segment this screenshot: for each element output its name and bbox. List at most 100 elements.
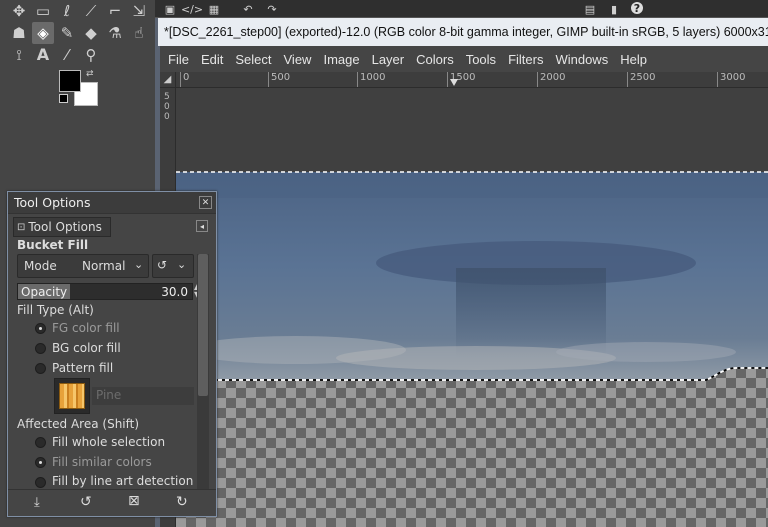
redo-icon[interactable]: ↷ bbox=[263, 1, 281, 17]
menu-edit[interactable]: Edit bbox=[195, 52, 229, 67]
fill-whole-selection-label: Fill whole selection bbox=[52, 435, 166, 449]
clone-tool-icon[interactable]: ⚗ bbox=[104, 22, 126, 44]
ruler-tick: 0 bbox=[180, 72, 189, 87]
menu-layer[interactable]: Layer bbox=[366, 52, 411, 67]
pine-pattern-swatch bbox=[59, 383, 85, 409]
affected-area-label: Affected Area (Shift) bbox=[17, 417, 140, 431]
menu-windows[interactable]: Windows bbox=[549, 52, 614, 67]
fill-type-label: Fill Type (Alt) bbox=[17, 303, 94, 317]
chevron-down-icon: ⌄ bbox=[134, 258, 144, 271]
smudge-tool-icon[interactable]: ☝ bbox=[128, 22, 150, 44]
image-icon[interactable]: ▣ bbox=[161, 1, 179, 17]
ruler-tick: 0 bbox=[164, 112, 170, 122]
tool-name: Bucket Fill bbox=[17, 238, 89, 252]
reset-options-icon[interactable]: ↻ bbox=[176, 494, 188, 510]
tab-label: Tool Options bbox=[28, 220, 102, 234]
mode-dropdown[interactable]: Mode Normal ⌄ bbox=[17, 254, 149, 278]
ruler-tick: 3000 bbox=[717, 72, 745, 87]
menu-tools[interactable]: Tools bbox=[460, 52, 502, 67]
menu-help[interactable]: Help bbox=[614, 52, 653, 67]
menu-colors[interactable]: Colors bbox=[410, 52, 460, 67]
rect-select-tool-icon[interactable]: ▭ bbox=[32, 0, 54, 22]
pattern-name-field: Pine bbox=[92, 387, 194, 405]
menu-view[interactable]: View bbox=[278, 52, 318, 67]
dialog-bottom-bar: ⤓ ↺ ⊠ ↻ bbox=[8, 489, 216, 516]
options-scrollbar[interactable] bbox=[197, 254, 209, 489]
bg-fill-radio[interactable] bbox=[35, 343, 46, 354]
quick-mask-corner-icon[interactable]: ◢ bbox=[160, 72, 176, 88]
opacity-slider[interactable]: Opacity 30.0 bbox=[17, 283, 193, 300]
delete-options-icon[interactable]: ⊠ bbox=[128, 493, 140, 509]
crop-tool-icon[interactable]: ⌐ bbox=[104, 0, 126, 22]
close-icon[interactable]: ✕ bbox=[199, 196, 212, 209]
tool-options-dialog: Tool Options ✕ ⊡ Tool Options ◂ Bucket F… bbox=[7, 191, 217, 517]
tab-menu-icon[interactable]: ◂ bbox=[196, 220, 208, 232]
color-picker-tool-icon[interactable]: ⁄ bbox=[56, 44, 78, 66]
opacity-label: Opacity bbox=[21, 285, 68, 299]
foreground-color-swatch[interactable] bbox=[59, 70, 81, 92]
warp-tool-icon[interactable]: ☗ bbox=[8, 22, 30, 44]
reset-icon: ↺ bbox=[157, 258, 168, 272]
dialog-title-bar[interactable]: Tool Options ✕ bbox=[8, 192, 216, 214]
paintbrush-tool-icon[interactable]: ✎ bbox=[56, 22, 78, 44]
window-title-bar: *[DSC_2261_step00] (exported)-12.0 (RGB … bbox=[158, 18, 768, 46]
horizontal-ruler[interactable]: 0 500 1000 1500 2000 2500 3000 bbox=[160, 72, 768, 88]
swap-colors-icon[interactable]: ⇄ bbox=[86, 69, 94, 79]
fill-line-art-radio[interactable] bbox=[35, 477, 46, 488]
dialog-title: Tool Options bbox=[14, 195, 91, 210]
pattern-name: Pine bbox=[96, 388, 122, 402]
ruler-tick: 5 bbox=[164, 92, 170, 102]
fill-line-art-label: Fill by line art detection bbox=[52, 474, 194, 488]
fuzzy-select-tool-icon[interactable]: ⟋ bbox=[80, 0, 102, 22]
fill-similar-colors-radio[interactable] bbox=[35, 457, 46, 468]
opacity-value: 30.0 bbox=[161, 285, 188, 299]
bucket-fill-tool-icon[interactable]: ◈ bbox=[32, 22, 54, 44]
lasso-tool-icon[interactable]: ℓ bbox=[56, 0, 78, 22]
ruler-tick: 2000 bbox=[537, 72, 565, 87]
mode-reset-dropdown[interactable]: ↺ ⌄ bbox=[152, 254, 194, 278]
paths-tool-icon[interactable]: ⟟ bbox=[8, 44, 30, 66]
menu-filters[interactable]: Filters bbox=[502, 52, 549, 67]
trash-icon[interactable]: ▮ bbox=[605, 1, 623, 17]
pointer-marker-icon bbox=[450, 79, 458, 86]
ruler-tick: 1000 bbox=[357, 72, 385, 87]
menu-bar: File Edit Select View Image Layer Colors… bbox=[160, 46, 768, 72]
zoom-tool-icon[interactable]: ⚲ bbox=[80, 44, 102, 66]
chevron-down-icon: ⌄ bbox=[177, 258, 187, 271]
image-canvas[interactable] bbox=[176, 88, 768, 527]
fg-fill-radio[interactable] bbox=[35, 323, 46, 334]
help-icon[interactable]: ? bbox=[631, 2, 643, 15]
pattern-preview-button[interactable] bbox=[54, 378, 90, 414]
window-icon-strip: ▣ </> ▦ ↶ ↷ ▤ ▮ ? bbox=[155, 0, 768, 18]
pattern-fill-label: Pattern fill bbox=[52, 361, 114, 375]
tool-options-tab-icon: ⊡ bbox=[17, 221, 26, 233]
ruler-tick: 500 bbox=[268, 72, 290, 87]
menu-image[interactable]: Image bbox=[317, 52, 365, 67]
fill-whole-selection-radio[interactable] bbox=[35, 437, 46, 448]
code-icon[interactable]: </> bbox=[181, 1, 203, 17]
fg-fill-label: FG color fill bbox=[52, 321, 120, 335]
menu-select[interactable]: Select bbox=[229, 52, 277, 67]
fill-similar-colors-label: Fill similar colors bbox=[52, 455, 152, 469]
restore-options-icon[interactable]: ↺ bbox=[80, 494, 92, 510]
ruler-tick: 0 bbox=[164, 102, 170, 112]
grid-icon[interactable]: ▦ bbox=[205, 1, 223, 17]
window-title: *[DSC_2261_step00] (exported)-12.0 (RGB … bbox=[164, 25, 768, 39]
ruler-tick: 2500 bbox=[627, 72, 655, 87]
mode-label: Mode bbox=[24, 259, 57, 273]
transform-tool-icon[interactable]: ⇲ bbox=[128, 0, 150, 22]
save-options-icon[interactable]: ⤓ bbox=[34, 495, 40, 510]
scrollbar-thumb[interactable] bbox=[198, 254, 208, 396]
pattern-fill-radio[interactable] bbox=[35, 363, 46, 374]
move-tool-icon[interactable]: ✥ bbox=[8, 0, 30, 22]
default-colors-icon[interactable] bbox=[59, 94, 68, 103]
text-tool-icon[interactable]: A bbox=[32, 44, 54, 66]
clipboard-icon[interactable]: ▤ bbox=[581, 1, 599, 17]
menu-file[interactable]: File bbox=[162, 52, 195, 67]
canvas-image bbox=[176, 88, 768, 527]
undo-icon[interactable]: ↶ bbox=[239, 1, 257, 17]
eraser-tool-icon[interactable]: ◆ bbox=[80, 22, 102, 44]
tab-tool-options[interactable]: ⊡ Tool Options bbox=[13, 217, 111, 237]
mode-value: Normal bbox=[82, 259, 126, 273]
bg-fill-label: BG color fill bbox=[52, 341, 121, 355]
